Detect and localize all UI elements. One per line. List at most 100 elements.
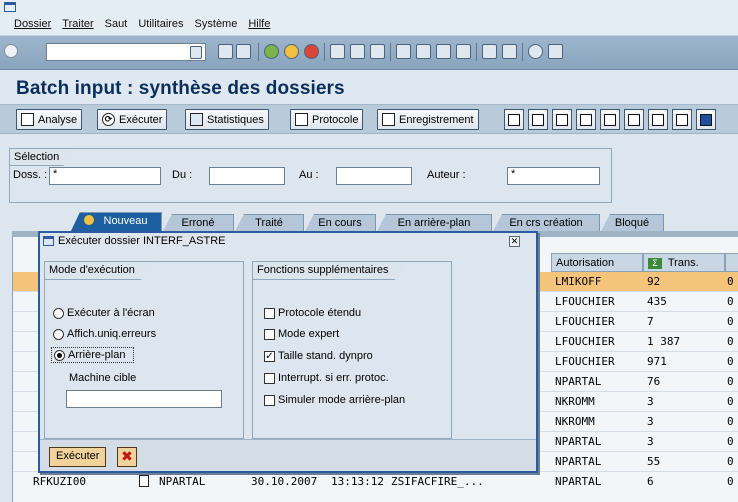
checkmark-icon: ✓ [264,350,275,362]
shortcut-icon[interactable] [502,44,517,59]
mode-group: Mode d'exécution Exécuter à l'écran Affi… [44,261,244,439]
document-icon [139,475,149,487]
col-trans[interactable]: Σ Trans. [643,253,725,272]
menu-systeme[interactable]: Système [195,18,238,30]
print-icon[interactable] [330,44,345,59]
find-icon[interactable] [350,44,365,59]
new-session-icon[interactable] [482,44,497,59]
menu-hilfe[interactable]: Hilfe [248,18,270,30]
menu-dossier[interactable]: Dossier [14,18,51,30]
radio-execute-screen-label: Exécuter à l'écran [67,307,155,319]
cell-trans: 1 387 [647,335,681,348]
analyse-button[interactable]: Analyse [16,109,83,130]
du-label: Du : [172,169,193,181]
checkbox-simuler-label: Simuler mode arrière-plan [278,394,406,406]
window-icon[interactable] [4,2,16,12]
doss-input[interactable]: * [49,167,161,185]
cell-trans: 6 [647,475,654,488]
cell-trans: 92 [647,275,661,288]
back-icon[interactable] [264,44,279,59]
cell-last: 0 [727,475,734,488]
machine-label: Machine cible [69,372,137,384]
cell-trans: 971 [647,355,667,368]
cell-autorisation: LMIKOFF [555,275,602,288]
mode-title: Mode d'exécution [44,261,157,280]
menu-saut[interactable]: Saut [105,18,128,30]
cell-autorisation: NKROMM [555,395,595,408]
last-page-icon[interactable] [456,44,471,59]
cancel-x-icon[interactable]: ✖ [117,447,137,467]
statistics-button[interactable]: Statistiques [185,109,269,130]
menu: Dossier Traiter Saut Utilitaires Système… [14,18,270,30]
execute-button[interactable]: ⟳ Exécuter [97,109,168,130]
cell-trans: 435 [647,295,667,308]
close-icon[interactable]: ✕ [509,236,520,247]
execute-dialog-button[interactable]: Exécuter [49,447,107,467]
checkbox-simuler[interactable]: Simuler mode arrière-plan [264,394,405,406]
dialog-titlebar: Exécuter dossier INTERF_ASTRE ✕ [40,233,536,251]
cell-last: 0 [727,315,734,328]
first-page-icon[interactable] [396,44,411,59]
help-icon[interactable] [528,44,543,59]
cell-trans: 3 [647,435,654,448]
execute-label: Exécuter [119,113,163,126]
display-icon[interactable] [576,109,596,130]
cell-last: 0 [727,435,734,448]
cell-last: 0 [727,275,734,288]
protocol-label: Protocole [312,113,359,126]
au-input[interactable] [336,167,412,185]
cell-last: 0 [727,375,734,388]
checkbox-taille-dynpro[interactable]: ✓ Taille stand. dynpro [264,350,373,362]
export-icon[interactable] [648,109,668,130]
layout-icon[interactable] [548,44,563,59]
lock-icon[interactable] [528,109,548,130]
protocol-button[interactable]: Protocole [290,109,364,130]
find-next-icon[interactable] [370,44,385,59]
col-extra[interactable] [725,253,738,272]
next-page-icon[interactable] [436,44,451,59]
command-field[interactable] [46,43,206,61]
cancel-icon[interactable] [304,44,319,59]
delete-icon[interactable] [504,109,524,130]
cell-creator: NPARTAL [159,475,206,488]
dialog-window-icon [43,236,54,246]
exit-icon[interactable] [284,44,299,59]
menu-traiter[interactable]: Traiter [62,18,93,30]
col-autorisation[interactable]: Autorisation [551,253,643,272]
radio-execute-screen[interactable]: Exécuter à l'écran [53,307,155,319]
radio-errors-only[interactable]: Affich.uniq.erreurs [53,328,156,340]
analyse-icon [21,113,34,126]
sort-icon[interactable] [624,109,644,130]
import-icon[interactable] [672,109,692,130]
radio-background[interactable]: Arrière-plan [51,347,135,363]
previous-page-icon[interactable] [416,44,431,59]
cell-name: RFKUZI00 [33,475,86,488]
checkbox-icon [264,394,275,406]
recording-button[interactable]: Enregistrement [377,109,479,130]
cell-autorisation: NPARTAL [555,375,602,388]
checkbox-interrupt-label: Interrupt. si err. protoc. [278,372,389,384]
filter-icon[interactable] [600,109,620,130]
info-icon[interactable] [696,109,716,130]
dropdown-icon[interactable] [190,46,202,59]
enter-icon[interactable] [4,44,18,58]
checkbox-protocole-etendu[interactable]: Protocole étendu [264,307,361,319]
analyse-label: Analyse [38,113,78,126]
recording-label: Enregistrement [399,113,474,126]
du-input[interactable] [209,167,285,185]
checkbox-interrupt[interactable]: Interrupt. si err. protoc. [264,372,389,384]
cell-autorisation: NKROMM [555,415,595,428]
execute-icon: ⟳ [102,113,115,126]
back-arrow-icon[interactable] [218,44,233,59]
save-icon[interactable] [236,44,251,59]
cell-autorisation: NPARTAL [555,435,602,448]
machine-input[interactable] [66,390,222,408]
tab-nouveau[interactable]: Nouveau [70,212,162,233]
auteur-label: Auteur : [427,169,466,181]
checkbox-mode-expert[interactable]: Mode expert [264,328,339,340]
auteur-input[interactable]: * [507,167,600,185]
table-row[interactable]: RFKUZI00 NPARTAL 30.10.2007 13:13:12 ZSI… [13,472,738,492]
menu-utilitaires[interactable]: Utilitaires [138,18,183,30]
unlock-icon[interactable] [552,109,572,130]
doss-label: Doss. : [13,169,48,181]
